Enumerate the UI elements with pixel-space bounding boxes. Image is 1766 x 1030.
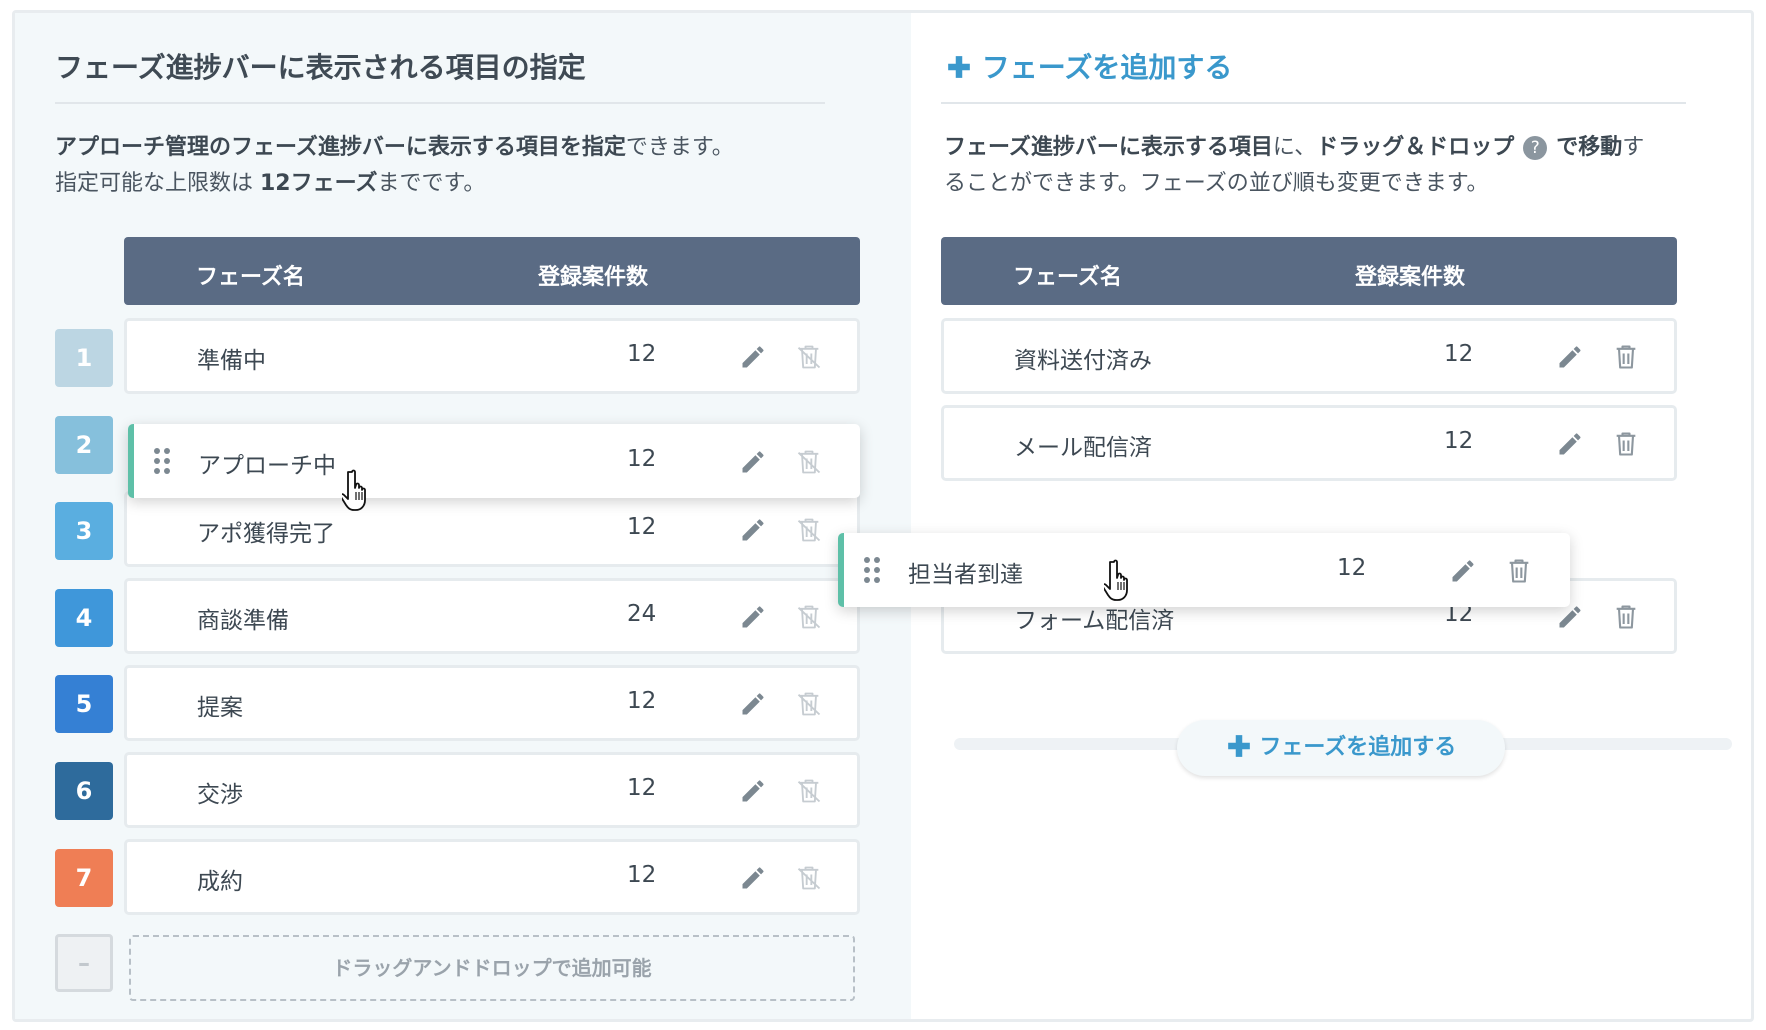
case-count: 12 [627, 341, 657, 367]
pencil-icon[interactable] [1556, 603, 1584, 631]
phase-number-badge: 6 [55, 762, 113, 820]
available-phase-row[interactable]: メール配信済 12 [941, 405, 1677, 481]
phase-row[interactable]: 提案 12 [124, 665, 860, 741]
trash-icon [795, 448, 823, 476]
case-count: 12 [1337, 555, 1367, 581]
left-panel-title: フェーズ進捗バーに表示される項目の指定 [55, 51, 586, 84]
pencil-icon[interactable] [739, 343, 767, 371]
desc-bold-text: アプローチ管理のフェーズ進捗バーに表示する項目を指定 [55, 135, 626, 160]
phase-row[interactable]: 交渉 12 [124, 752, 860, 828]
column-case-count: 登録案件数 [1355, 265, 1466, 290]
phase-number-badge: 2 [55, 416, 113, 474]
add-phase-label: フェーズを追加する [981, 51, 1233, 84]
phase-row[interactable]: 商談準備 24 [124, 578, 860, 654]
drop-zone[interactable]: ドラッグアンドドロップで追加可能 [129, 935, 855, 1001]
add-phase-link[interactable]: フェーズを追加する [946, 46, 1232, 86]
help-icon[interactable]: ? [1523, 136, 1548, 160]
plus-icon [946, 54, 972, 80]
desc-bold-text: ドラッグ＆ドロップ [1316, 135, 1515, 160]
pencil-icon[interactable] [739, 603, 767, 631]
desc-bold-text: 12フェーズ [260, 171, 378, 196]
phase-name: アプローチ中 [198, 453, 336, 479]
trash-icon [795, 516, 823, 544]
trash-icon[interactable] [1612, 603, 1640, 631]
pencil-icon[interactable] [739, 516, 767, 544]
column-phase-name: フェーズ名 [1013, 265, 1122, 290]
phase-name: 成約 [197, 869, 243, 895]
dragged-phase-row[interactable]: 担当者到達 12 [838, 533, 1570, 607]
drag-handle-icon[interactable] [152, 446, 172, 476]
phase-number-badge: 4 [55, 589, 113, 647]
desc-text: す [1622, 135, 1645, 160]
plus-icon [1226, 733, 1252, 759]
drag-handle-icon[interactable] [862, 555, 882, 585]
case-count: 12 [627, 862, 657, 888]
desc-bold-text: で移動 [1556, 135, 1623, 160]
trash-icon[interactable] [1612, 430, 1640, 458]
left-table-header: フェーズ名 登録案件数 [124, 237, 860, 305]
phase-name: 提案 [197, 695, 243, 721]
pencil-icon[interactable] [1556, 430, 1584, 458]
phase-row[interactable]: 準備中 12 [124, 318, 860, 394]
case-count: 12 [627, 446, 657, 472]
case-count: 12 [627, 688, 657, 714]
phase-name: 担当者到達 [908, 562, 1023, 588]
phase-name: 商談準備 [197, 608, 289, 634]
right-description: フェーズ進捗バーに表示する項目に、ドラッグ＆ドロップ ? で移動す ることができ… [944, 130, 1684, 202]
pencil-icon[interactable] [739, 864, 767, 892]
phase-row[interactable]: 成約 12 [124, 839, 860, 915]
trash-icon[interactable] [1612, 343, 1640, 371]
phase-name: メール配信済 [1014, 435, 1152, 461]
trash-icon[interactable] [1505, 557, 1533, 585]
case-count: 12 [627, 514, 657, 540]
desc-text: 指定可能な上限数は [55, 171, 260, 196]
phase-name: 交渉 [197, 782, 243, 808]
add-phase-button[interactable]: フェーズを追加する [1177, 720, 1505, 776]
case-count: 12 [1444, 341, 1474, 367]
add-phase-button-label: フェーズを追加する [1259, 735, 1457, 760]
right-title-divider [941, 102, 1686, 104]
phase-number-badge: 5 [55, 675, 113, 733]
phase-name: アポ獲得完了 [197, 521, 335, 547]
available-phase-row[interactable]: 資料送付済み 12 [941, 318, 1677, 394]
hand-cursor-icon [342, 468, 378, 512]
pencil-icon[interactable] [1556, 343, 1584, 371]
trash-icon [795, 777, 823, 805]
case-count: 24 [627, 601, 657, 627]
column-case-count: 登録案件数 [538, 265, 649, 290]
phase-number-badge: 3 [55, 502, 113, 560]
trash-icon [795, 343, 823, 371]
desc-text: ることができます。フェーズの並び順も変更できます。 [944, 171, 1489, 196]
pencil-icon[interactable] [1449, 557, 1477, 585]
dragged-phase-row[interactable]: アプローチ中 12 [128, 424, 860, 498]
trash-icon [795, 690, 823, 718]
desc-text: までです。 [377, 171, 486, 196]
desc-text: に、 [1272, 135, 1317, 160]
trash-icon [795, 603, 823, 631]
left-title-divider [55, 102, 825, 104]
left-description: アプローチ管理のフェーズ進捗バーに表示する項目を指定できます。 指定可能な上限数… [55, 130, 855, 202]
empty-slot-badge: – [55, 934, 113, 992]
case-count: 12 [1444, 428, 1474, 454]
phase-row[interactable]: アポ獲得完了 12 [124, 491, 860, 567]
case-count: 12 [627, 775, 657, 801]
phase-number-badge: 1 [55, 329, 113, 387]
phase-number-badge: 7 [55, 849, 113, 907]
pencil-icon[interactable] [739, 777, 767, 805]
trash-icon [795, 864, 823, 892]
column-phase-name: フェーズ名 [196, 265, 305, 290]
right-table-header: フェーズ名 登録案件数 [941, 237, 1677, 305]
desc-bold-text: フェーズ進捗バーに表示する項目 [944, 135, 1273, 160]
phase-name: 準備中 [197, 348, 266, 374]
hand-cursor-icon [1104, 558, 1140, 602]
desc-text: できます。 [625, 135, 734, 160]
phase-name: 資料送付済み [1014, 348, 1152, 374]
pencil-icon[interactable] [739, 690, 767, 718]
pencil-icon[interactable] [739, 448, 767, 476]
